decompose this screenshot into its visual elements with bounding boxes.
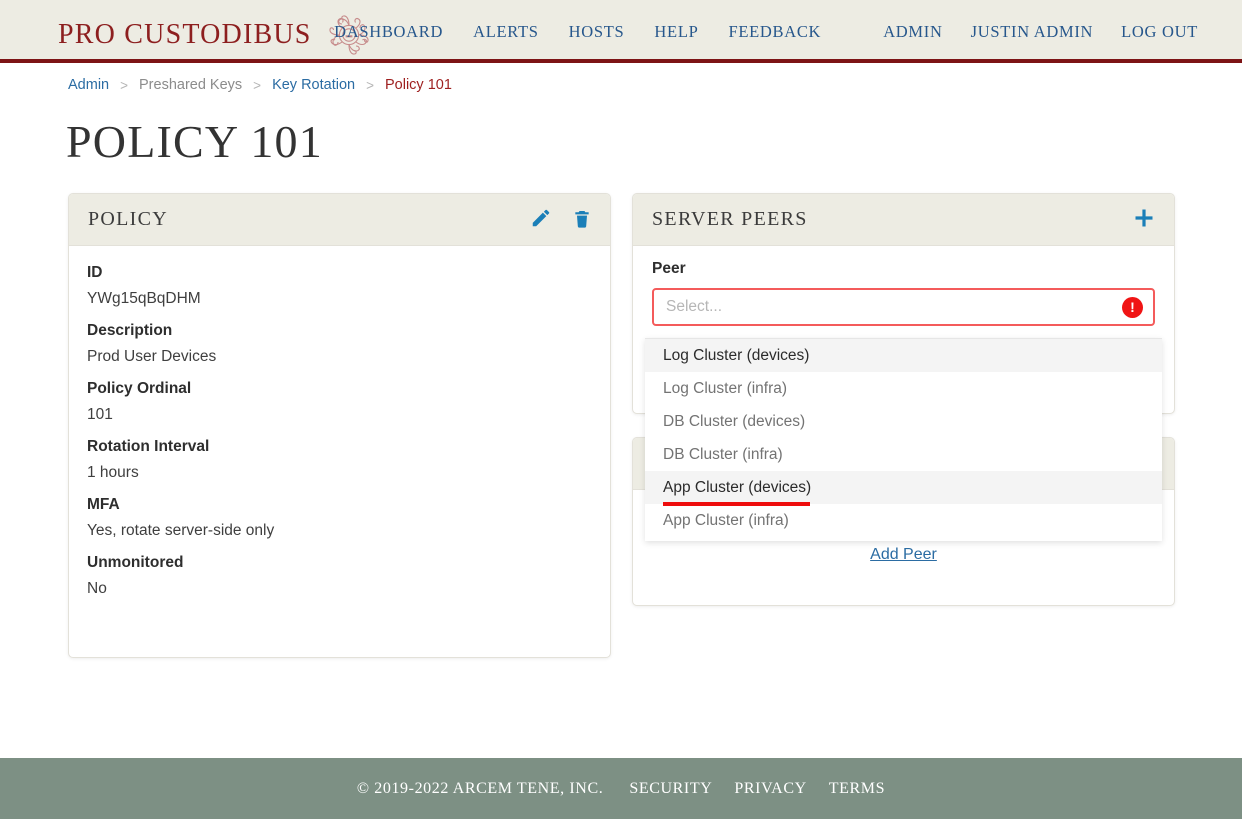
policy-card-title: POLICY [88,208,169,230]
field-value: YWg15qBqDHM [87,290,201,307]
plus-icon [1132,206,1156,233]
peer-select-placeholder: Select... [666,298,722,315]
policy-card-header: POLICY [69,194,610,246]
peer-option-db-cluster-infra[interactable]: DB Cluster (infra) [645,438,1162,471]
main-navigation: DASHBOARD ALERTS HOSTS HELP FEEDBACK ADM… [334,22,1198,42]
policy-field-policy-ordinal: Policy Ordinal 101 [87,380,592,424]
edit-policy-button[interactable] [530,207,552,232]
breadcrumb-separator-icon: > [366,77,374,93]
site-header: PRO CUSTODIBUS DASHBOARD ALERTS HOSTS HE… [0,0,1242,63]
policy-field-unmonitored: Unmonitored No [87,554,592,598]
field-value: 1 hours [87,464,139,481]
breadcrumb-item-current: Policy 101 [384,77,452,93]
footer-link-security[interactable]: SECURITY [629,780,712,798]
nav-item-hosts[interactable]: HOSTS [569,22,625,42]
field-label: Description [87,322,173,339]
nav-item-admin[interactable]: ADMIN [883,22,942,42]
peer-option-db-cluster-devices[interactable]: DB Cluster (devices) [645,405,1162,438]
policy-field-rotation-interval: Rotation Interval 1 hours [87,438,592,482]
policy-field-description: Description Prod User Devices [87,322,592,366]
field-label: ID [87,264,103,281]
policy-field-mfa: MFA Yes, rotate server-side only [87,496,592,540]
field-value: No [87,580,107,597]
breadcrumb-item-key-rotation[interactable]: Key Rotation [272,77,355,93]
server-peers-card-header: SERVER PEERS [633,194,1174,246]
breadcrumb-item-admin[interactable]: Admin [68,77,109,93]
field-value: Prod User Devices [87,348,217,365]
trash-icon [572,208,592,232]
exclamation-icon: ! [1122,296,1143,318]
policy-card: POLICY ID YWg15qBqDHM Description Prod U… [68,193,611,658]
peer-option-log-cluster-infra[interactable]: Log Cluster (infra) [645,372,1162,405]
peer-field-label: Peer [652,260,686,277]
server-peers-card-body: Peer Select... ! [633,246,1174,342]
peer-select-dropdown: Log Cluster (devices) Log Cluster (infra… [645,338,1162,541]
nav-item-log-out[interactable]: LOG OUT [1121,22,1198,42]
footer-link-terms[interactable]: TERMS [829,780,885,798]
nav-item-alerts[interactable]: ALERTS [473,22,539,42]
nav-item-user-account[interactable]: JUSTIN ADMIN [971,22,1094,42]
peer-option-log-cluster-devices[interactable]: Log Cluster (devices) [645,339,1162,372]
peer-option-app-cluster-devices[interactable]: App Cluster (devices) [645,471,1162,506]
field-label: Unmonitored [87,554,184,571]
field-value: 101 [87,406,113,423]
peer-select[interactable]: Select... ! [652,288,1155,326]
site-footer: © 2019-2022 ARCEM TENE, INC. SECURITY PR… [0,758,1242,819]
field-label: Policy Ordinal [87,380,192,397]
brand-name: PRO CUSTODIBUS [58,19,312,50]
field-label: MFA [87,496,120,513]
breadcrumb-separator-icon: > [120,77,128,93]
brand[interactable]: PRO CUSTODIBUS [58,14,372,56]
breadcrumb: Admin > Preshared Keys > Key Rotation > … [68,77,452,93]
nav-item-feedback[interactable]: FEEDBACK [728,22,821,42]
breadcrumb-separator-icon: > [253,77,262,93]
delete-policy-button[interactable] [572,208,592,232]
page-title: POLICY 101 [66,116,323,167]
peer-option-app-cluster-infra[interactable]: App Cluster (infra) [645,504,1162,537]
policy-card-actions [530,207,592,232]
nav-group-secondary: ADMIN JUSTIN ADMIN LOG OUT [883,22,1198,42]
add-peer-link[interactable]: Add Peer [870,546,937,563]
footer-copyright: © 2019-2022 ARCEM TENE, INC. [356,779,604,797]
server-peers-card-title: SERVER PEERS [652,208,808,230]
add-peer-link-wrapper: Add Peer [633,546,1174,564]
nav-item-dashboard[interactable]: DASHBOARD [334,22,443,42]
breadcrumb-item-preshared-keys[interactable]: Preshared Keys [139,77,242,93]
nav-group-primary: DASHBOARD ALERTS HOSTS HELP FEEDBACK [334,22,821,42]
add-server-peer-button[interactable] [1132,206,1156,233]
footer-link-privacy[interactable]: PRIVACY [734,780,806,798]
field-label: Rotation Interval [87,438,210,455]
nav-item-help[interactable]: HELP [654,22,698,42]
policy-card-body: ID YWg15qBqDHM Description Prod User Dev… [69,246,610,618]
policy-field-id: ID YWg15qBqDHM [87,264,592,308]
pencil-icon [530,207,552,232]
footer-content: © 2019-2022 ARCEM TENE, INC. SECURITY PR… [357,780,885,798]
field-value: Yes, rotate server-side only [87,522,275,539]
